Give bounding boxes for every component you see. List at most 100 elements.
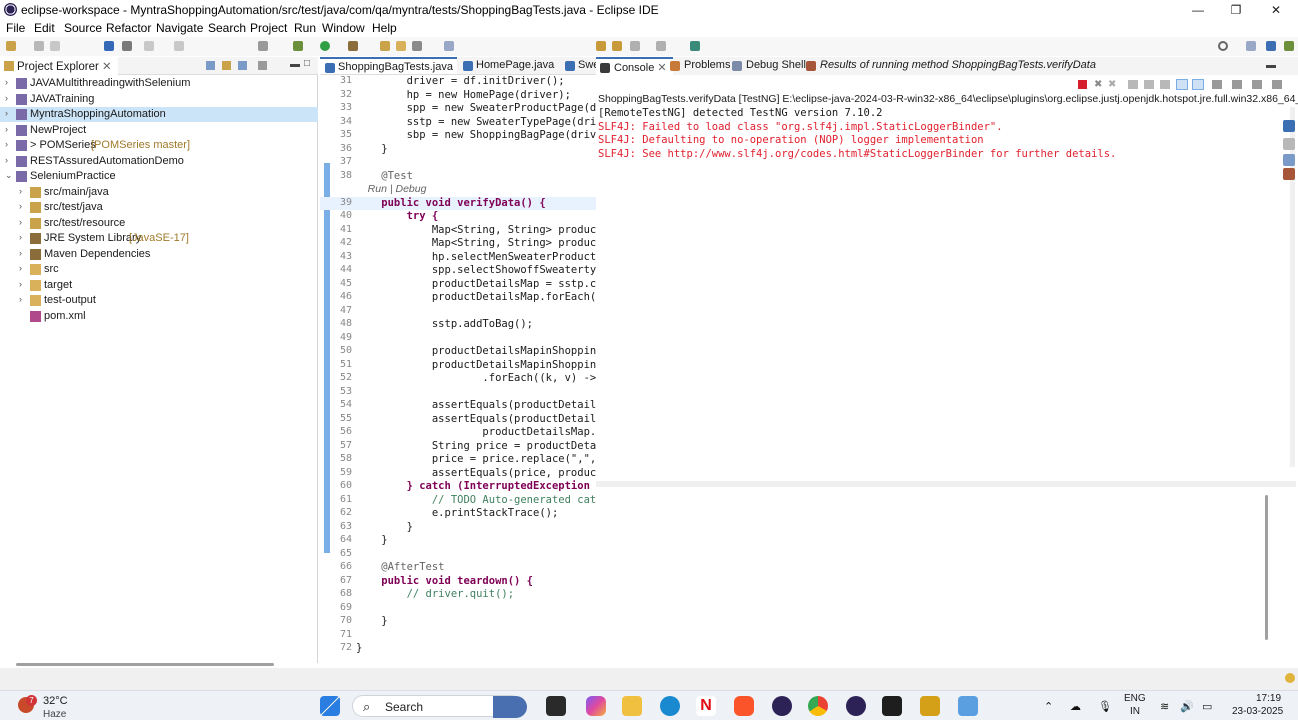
- code-line[interactable]: 32 hp = new HomePage(driver);: [320, 89, 596, 103]
- edge-icon[interactable]: [660, 696, 680, 716]
- remove-launch-icon[interactable]: ✖: [1094, 79, 1102, 90]
- code-line[interactable]: 44 spp.selectShowoffSweatertype: [320, 264, 596, 278]
- menu-refactor[interactable]: Refactor: [106, 21, 151, 35]
- maximize-button[interactable]: ❐: [1216, 0, 1256, 20]
- collapse-all-icon[interactable]: [206, 61, 215, 70]
- code-line[interactable]: 60 } catch (InterruptedException e): [320, 480, 596, 494]
- tree-item[interactable]: ⌄ SeleniumPractice: [0, 169, 318, 184]
- expand-arrow-icon[interactable]: ›: [19, 279, 29, 289]
- clock-date[interactable]: 23-03-2025: [1232, 706, 1283, 717]
- tree-item-selected[interactable]: › MyntraShoppingAutomation: [0, 107, 318, 122]
- language-bottom[interactable]: IN: [1130, 706, 1140, 717]
- java-perspective-icon[interactable]: [1266, 41, 1276, 51]
- scroll-lock-icon[interactable]: [1144, 80, 1154, 89]
- clear-console-icon[interactable]: [1128, 80, 1138, 89]
- debug-perspective-icon[interactable]: [1284, 41, 1294, 51]
- navigate-forward-icon[interactable]: [656, 41, 666, 51]
- pin-editor-icon[interactable]: [690, 41, 700, 51]
- code-line[interactable]: 39 public void verifyData() {: [320, 196, 596, 210]
- wifi-icon[interactable]: ≋: [1160, 700, 1169, 713]
- taskbar-search[interactable]: ⌕ Search: [352, 695, 527, 718]
- code-line[interactable]: 33 spp = new SweaterProductPage(dri: [320, 102, 596, 116]
- tab-debug-shell[interactable]: Debug Shell: [728, 57, 812, 75]
- horizontal-scrollbar[interactable]: [596, 481, 1296, 487]
- expand-arrow-icon[interactable]: ›: [5, 155, 15, 165]
- tree-item[interactable]: › test-output: [0, 293, 318, 308]
- tree-item[interactable]: › src/main/java: [0, 185, 318, 200]
- tab-sweater[interactable]: Swe: [560, 57, 596, 74]
- code-line[interactable]: 58 price = price.replace(",", ": [320, 453, 596, 467]
- tree-item[interactable]: › target: [0, 278, 318, 293]
- task-view-icon[interactable]: [546, 696, 566, 716]
- code-line[interactable]: 47: [320, 305, 596, 319]
- microphone-icon[interactable]: 🎙: [1098, 700, 1112, 713]
- code-line[interactable]: 50 productDetailsMapinShoppingB: [320, 345, 596, 359]
- tree-item[interactable]: › JAVAMultithreadingwithSelenium: [0, 76, 318, 91]
- windows-start-icon[interactable]: [320, 696, 340, 716]
- expand-arrow-icon[interactable]: ›: [19, 201, 29, 211]
- new-icon[interactable]: [6, 41, 16, 51]
- code-line[interactable]: 51 productDetailsMapinShoppingB: [320, 359, 596, 373]
- code-line[interactable]: 63 }: [320, 521, 596, 535]
- tree-item[interactable]: › Maven Dependencies: [0, 247, 318, 262]
- expand-arrow-icon[interactable]: ›: [19, 186, 29, 196]
- code-line[interactable]: 46 productDetailsMap.forEach((k: [320, 291, 596, 305]
- tree-item[interactable]: › src/test/java: [0, 200, 318, 215]
- save-all-icon[interactable]: [50, 41, 60, 51]
- code-line[interactable]: 62 e.printStackTrace();: [320, 507, 596, 521]
- code-line[interactable]: 64 }: [320, 534, 596, 548]
- menu-file[interactable]: File: [6, 21, 25, 35]
- open-perspective-icon[interactable]: [1246, 41, 1256, 51]
- tree-item[interactable]: › > POMSeries [POMSeries master]: [0, 138, 318, 153]
- minimize-view-icon[interactable]: ▬: [1266, 60, 1276, 71]
- code-line[interactable]: 31 driver = df.initDriver();: [320, 75, 596, 89]
- code-line[interactable]: 42 Map<String, String> productD: [320, 237, 596, 251]
- expand-arrow-icon[interactable]: ›: [19, 263, 29, 273]
- task-list-icon[interactable]: [1283, 138, 1295, 150]
- tab-shoppingbagtests[interactable]: ShoppingBagTests.java: [320, 57, 457, 74]
- volume-icon[interactable]: 🔊: [1180, 700, 1194, 713]
- expand-arrow-icon[interactable]: ›: [19, 248, 29, 258]
- word-wrap-icon[interactable]: [1160, 80, 1170, 89]
- expand-arrow-icon[interactable]: ›: [5, 124, 15, 134]
- menu-edit[interactable]: Edit: [34, 21, 55, 35]
- code-line[interactable]: 45 productDetailsMap = sstp.cap: [320, 278, 596, 292]
- menu-window[interactable]: Window: [322, 21, 365, 35]
- open-type-icon[interactable]: [380, 41, 390, 51]
- chrome-icon[interactable]: [808, 696, 828, 716]
- code-line[interactable]: 65: [320, 548, 596, 562]
- code-line[interactable]: 41 Map<String, String> productD: [320, 224, 596, 238]
- menu-run[interactable]: Run: [294, 21, 316, 35]
- expand-arrow-icon[interactable]: ›: [5, 108, 15, 118]
- menu-source[interactable]: Source: [64, 21, 102, 35]
- tree-item[interactable]: › JAVATraining: [0, 92, 318, 107]
- snipping-tool-icon[interactable]: [958, 696, 978, 716]
- terminate-icon[interactable]: [1078, 80, 1087, 89]
- tab-problems[interactable]: Problems: [666, 57, 736, 75]
- code-line[interactable]: Run | Debug: [320, 183, 596, 197]
- tab-testng-results[interactable]: Results of running method ShoppingBagTes…: [802, 57, 1102, 75]
- remove-all-icon[interactable]: ✖: [1108, 79, 1116, 90]
- view-menu-icon[interactable]: [1272, 80, 1282, 89]
- search-tool-icon[interactable]: [412, 41, 422, 51]
- terminal-icon[interactable]: [882, 696, 902, 716]
- coverage-icon[interactable]: [348, 41, 358, 51]
- code-line[interactable]: 70 }: [320, 615, 596, 629]
- minimize-button[interactable]: —: [1178, 0, 1218, 20]
- language-top[interactable]: ENG: [1124, 693, 1146, 704]
- maximize-view-icon[interactable]: □: [304, 58, 310, 69]
- view-menu-icon[interactable]: [258, 61, 267, 70]
- code-line[interactable]: 43 hp.selectMenSweaterProduct(): [320, 251, 596, 265]
- declaration-icon[interactable]: [1283, 168, 1295, 180]
- expand-arrow-icon[interactable]: ›: [19, 294, 29, 304]
- code-line[interactable]: 48 sstp.addToBag();: [320, 318, 596, 332]
- expand-arrow-icon[interactable]: ›: [5, 139, 15, 149]
- show-hidden-icons[interactable]: ⌃: [1044, 700, 1053, 713]
- menu-search[interactable]: Search: [208, 21, 246, 35]
- pin-console-icon[interactable]: [1212, 80, 1222, 89]
- code-line[interactable]: 57 String price = productDetail: [320, 440, 596, 454]
- back-icon[interactable]: [596, 41, 606, 51]
- brave-icon[interactable]: [734, 696, 754, 716]
- show-on-output-icon[interactable]: [1176, 79, 1188, 90]
- code-line[interactable]: 66 @AfterTest: [320, 561, 596, 575]
